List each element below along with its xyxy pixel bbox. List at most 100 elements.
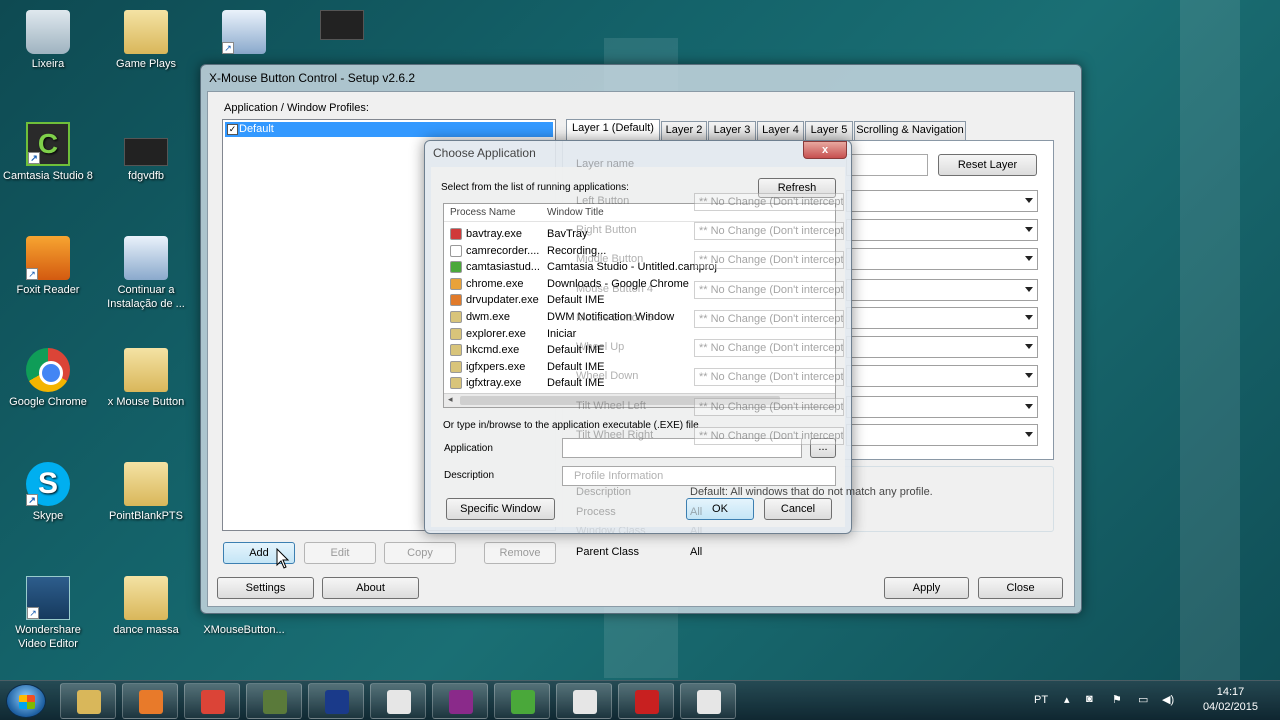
- desktop-icon-dance-massa[interactable]: dance massa: [98, 576, 194, 637]
- security-tray-icon[interactable]: ◙: [1086, 693, 1093, 705]
- network-error-tray-icon[interactable]: ⚑: [1112, 693, 1122, 706]
- desktop-icon-game-plays[interactable]: Game Plays: [98, 10, 194, 71]
- apply-button[interactable]: Apply: [884, 577, 969, 599]
- volume-icon[interactable]: ◀): [1162, 693, 1174, 706]
- tab-layer-3[interactable]: Layer 3: [708, 121, 756, 140]
- chrome-icon: [201, 690, 225, 714]
- layer-name-input[interactable]: [846, 154, 928, 176]
- taskbar-app-chrome[interactable]: [184, 683, 240, 719]
- window-title: X-Mouse Button Control - Setup v2.6.2: [209, 71, 416, 85]
- column-window-title[interactable]: Window Title: [547, 207, 604, 218]
- folder-icon: [124, 348, 168, 392]
- foxit-icon: ↗: [26, 236, 70, 280]
- right-button-dropdown[interactable]: [846, 219, 1038, 241]
- taskbar-app-game-app[interactable]: [246, 683, 302, 719]
- image-file-icon: [124, 138, 168, 166]
- wheel-down-dropdown[interactable]: [846, 365, 1038, 387]
- select-running-label: Select from the list of running applicat…: [441, 182, 629, 193]
- remove-button[interactable]: Remove: [484, 542, 556, 564]
- column-process-name[interactable]: Process Name: [450, 207, 516, 218]
- action-center-icon[interactable]: ▭: [1138, 693, 1148, 706]
- process-window-title: Iniciar: [547, 327, 577, 340]
- button-action-dropdown[interactable]: ** No Change (Don't intercept) **: [694, 339, 844, 357]
- taskbar-clock[interactable]: 14:17 04/02/2015: [1203, 685, 1258, 715]
- process-icon: [450, 377, 462, 390]
- desktop-icon-foxit[interactable]: ↗ Foxit Reader: [0, 236, 96, 297]
- desktop-icon-fdgvdfb[interactable]: fdgvdfb: [98, 138, 194, 183]
- tab-scrolling-navigation[interactable]: Scrolling & Navigation: [854, 121, 966, 140]
- desktop-icon-google-chrome[interactable]: Google Chrome: [0, 348, 96, 409]
- desktop-icon-label: Camtasia Studio 8: [3, 170, 93, 182]
- button-action-dropdown[interactable]: ** No Change (Don't intercept) **: [694, 251, 844, 269]
- taskbar-app-zfx-app[interactable]: [618, 683, 674, 719]
- settings-button[interactable]: Settings: [217, 577, 314, 599]
- taskbar-app-xmouse[interactable]: [370, 683, 426, 719]
- button-action-dropdown[interactable]: ** No Change (Don't intercept) **: [694, 310, 844, 328]
- desktop-icon-app-dark[interactable]: [294, 10, 390, 43]
- desktop-icon-label: Google Chrome: [9, 396, 87, 408]
- dialog-close-button[interactable]: x: [803, 141, 847, 159]
- desktop-icon-recycle-bin[interactable]: Lixeira: [0, 10, 96, 71]
- tilt-wheel-left-dropdown[interactable]: [846, 396, 1038, 418]
- cancel-button[interactable]: Cancel: [764, 498, 832, 520]
- tab-layer-2[interactable]: Layer 2: [661, 121, 707, 140]
- close-button[interactable]: Close: [978, 577, 1063, 599]
- profile-description-value: Default: All windows that do not match a…: [690, 486, 933, 498]
- tab-layer-5[interactable]: Layer 5: [805, 121, 853, 140]
- desktop-icon-label: dance massa: [113, 624, 179, 636]
- wheel-up-dropdown[interactable]: [846, 336, 1038, 358]
- profile-description-label: Description: [576, 486, 632, 498]
- desktop-icon-label: Skype: [32, 510, 64, 522]
- button-action-dropdown[interactable]: ** No Change (Don't intercept) **: [694, 398, 844, 416]
- scroll-left-icon[interactable]: ◂: [448, 394, 453, 405]
- middle-button-dropdown[interactable]: [846, 248, 1038, 270]
- process-icon: [450, 311, 462, 323]
- start-button[interactable]: [6, 684, 46, 718]
- button-action-dropdown[interactable]: ** No Change (Don't intercept) **: [694, 368, 844, 386]
- desktop-icon-camtasia[interactable]: C ↗ Camtasia Studio 8: [0, 122, 96, 183]
- process-icon: [450, 344, 462, 357]
- taskbar: PT ▴ ◙ ⚑ ▭ ◀) 14:17 04/02/2015: [0, 680, 1280, 720]
- process-name: explorer.exe: [466, 327, 526, 340]
- chevron-down-icon: [1025, 315, 1033, 320]
- taskbar-app-xmouse-active[interactable]: [680, 683, 736, 719]
- desktop-icon-app[interactable]: ↗: [196, 10, 292, 57]
- dialog-title: Choose Application: [433, 146, 536, 160]
- language-indicator[interactable]: PT: [1034, 694, 1048, 706]
- taskbar-app-explorer[interactable]: [60, 683, 116, 719]
- desktop-icon-wondershare[interactable]: ↗ Wondershare Video Editor: [0, 576, 96, 651]
- profile-checkbox[interactable]: ✓: [227, 124, 238, 135]
- taskbar-app-camtasia-studio[interactable]: [556, 683, 612, 719]
- about-button[interactable]: About: [322, 577, 419, 599]
- button-action-dropdown[interactable]: ** No Change (Don't intercept) **: [694, 281, 844, 299]
- button-row-label: Mouse Button 5: [576, 312, 654, 324]
- profile-process-label: Process: [576, 506, 616, 518]
- button-action-dropdown[interactable]: ** No Change (Don't intercept) **: [694, 222, 844, 240]
- desktop-icon-label: Continuar a Instalação de ...: [107, 284, 185, 310]
- specific-window-button[interactable]: Specific Window: [446, 498, 555, 520]
- button-action-dropdown[interactable]: ** No Change (Don't intercept) **: [694, 427, 844, 445]
- desktop-icon-label: Wondershare Video Editor: [15, 624, 81, 650]
- reset-layer-button[interactable]: Reset Layer: [938, 154, 1037, 176]
- show-hidden-icons-icon[interactable]: ▴: [1064, 693, 1070, 706]
- tilt-wheel-right-dropdown[interactable]: [846, 424, 1038, 446]
- taskbar-app-winrar[interactable]: [432, 683, 488, 719]
- button-action-dropdown[interactable]: ** No Change (Don't intercept) **: [694, 193, 844, 211]
- profile-item-default[interactable]: ✓ Default: [225, 122, 553, 137]
- tab-layer-4[interactable]: Layer 4: [757, 121, 804, 140]
- taskbar-app-media-player[interactable]: [122, 683, 178, 719]
- left-button-dropdown[interactable]: [846, 190, 1038, 212]
- tab-layer-1[interactable]: Layer 1 (Default): [566, 119, 660, 140]
- desktop-icon-pointblankpts[interactable]: PointBlankPTS: [98, 462, 194, 523]
- taskbar-app-camtasia-recorder[interactable]: [494, 683, 550, 719]
- desktop-icon-continue-install[interactable]: Continuar a Instalação de ...: [98, 236, 194, 311]
- folder-icon: [124, 462, 168, 506]
- edit-button[interactable]: Edit: [304, 542, 376, 564]
- process-name: bavtray.exe: [466, 228, 523, 240]
- desktop-icon-skype[interactable]: S ↗ Skype: [0, 462, 96, 523]
- copy-button[interactable]: Copy: [384, 542, 456, 564]
- mouse-button-4-dropdown[interactable]: [846, 279, 1038, 301]
- mouse-button-5-dropdown[interactable]: [846, 307, 1038, 329]
- taskbar-app-point-blank[interactable]: [308, 683, 364, 719]
- desktop-icon-x-mouse-button[interactable]: x Mouse Button: [98, 348, 194, 409]
